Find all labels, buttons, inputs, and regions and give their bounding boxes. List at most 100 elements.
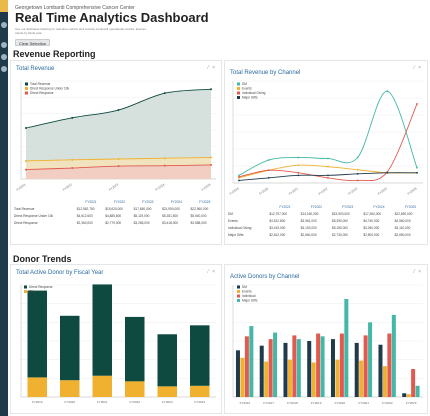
legend-swatch [25,87,28,90]
logo-icon[interactable] [0,0,8,12]
table-cell: $3,961,000 [300,218,317,223]
table-cell: $14,160,000 [300,211,319,216]
legend-label: Events [242,87,252,91]
legend-label: Direct Response Under 10k [30,87,70,91]
bar [268,339,273,397]
data-point [297,164,300,167]
x-tick-label: FY2021 [16,182,27,191]
section-title-revenue: Revenue Reporting [13,49,96,59]
bar [368,322,373,397]
legend-label: Direct Response [30,91,54,95]
legend-swatch [24,285,27,289]
home-icon[interactable] [1,22,7,28]
bar-segment [27,377,47,397]
bar [249,326,254,397]
bar [244,336,249,397]
x-tick-label: FY2023 [406,401,417,405]
bar [378,344,383,397]
main-content: Georgetown Lombardi Comprehensive Cancer… [8,0,430,416]
card-total-revenue: Total Revenue ⁄ × Total Revenue Direct Re… [10,60,222,245]
clear-selection-button[interactable]: Clear Selection [15,39,50,46]
x-tick-label: FY2024 [377,186,388,195]
table-cell: $22,690,000 [394,211,413,216]
data-point [267,169,270,172]
bar [359,360,364,397]
table-cell: $12,962,750 [76,206,95,211]
bar [283,342,288,397]
row-label: Direct Response [14,220,38,225]
table-row: Direct Response $2,360,000 $2,779,000 $3,26… [14,219,219,226]
bar [415,385,420,397]
table-cell: $2,612,000 [269,232,286,237]
table-header-cell: FY2022 [113,199,126,204]
bar-segment [157,334,177,387]
active-donor-chart[interactable]: FY2019 FY2020 FY2021 FY2022 FY2023 FY2024 Dire… [11,265,222,414]
dashboard-app: Georgetown Lombardi Comprehensive Cancer… [0,0,430,416]
legend-label: Major Gifts [242,299,258,303]
bar [273,332,278,397]
bar-segment [157,386,177,397]
data-point [163,164,166,167]
table-row: Major Gifts $2,612,000 $2,660,000 $2,730,00… [228,231,426,238]
legend-swatch [237,87,240,90]
bar-segment [190,325,210,386]
legend-label: Events [242,290,252,294]
bar-segment [190,385,210,397]
table-header-cell: FY2023 [142,199,154,204]
bar-segment [92,375,112,397]
row-label: DM [228,211,233,216]
table-header-cell: FY2025 [199,199,211,204]
bar [411,369,416,397]
dashboard-icon[interactable] [1,42,7,48]
data-point [267,159,270,161]
data-point [327,177,329,179]
bar-segment [92,284,112,376]
bar-segment [27,290,47,378]
table-header-cell: FY2021 [85,199,97,204]
table-cell: $5,119,000 [133,213,150,218]
table-cell: $17,360,000 [363,211,382,216]
data-point [297,156,300,159]
settings-icon[interactable] [1,66,7,72]
table-cell: $12,797,000 [269,211,288,216]
chart-icon[interactable] [1,54,7,60]
x-tick-label: FY2020 [64,400,75,404]
data-point [386,90,389,93]
legend-swatch [237,285,240,289]
x-tick-label: FY2019 [229,186,240,195]
table-cell: $2,360,000 [76,220,93,225]
data-point [297,174,300,177]
legend-label: Individual [242,294,256,298]
table-header-cell: FY2025 [404,204,416,209]
table-cell: $4,740,000 [363,218,380,223]
table-cell: $15,620,000 [105,206,123,211]
series-line [238,172,418,181]
data-point [210,156,212,159]
table-cell: $2,500,000 [363,232,380,237]
bar [391,314,396,397]
legend-label: DM [242,285,247,289]
bar [307,341,312,397]
data-point [210,163,212,166]
table-header-cell: FY2022 [310,204,322,209]
table-header-cell: FY2021 [279,204,291,209]
x-tick-label: FY2024 [194,400,205,404]
table-cell: $4,103,000 [300,225,317,230]
table-corner [14,198,77,205]
card-active-donor: Total Active Donor by Fiscal Year ⁄ × FY… [10,264,222,414]
legend-swatch [237,290,240,293]
x-tick-label: FY2017 [263,401,274,405]
data-point [327,174,329,177]
bar [264,361,269,397]
legend-label: Individual Giving [242,91,266,95]
legend-swatch [237,91,240,95]
series-line [238,90,418,176]
data-point [117,165,120,168]
data-point [163,92,166,95]
donors-by-channel-chart[interactable]: FY2016 FY2017 FY2018 FY2019 FY2020 FY2021 FY20… [225,265,428,414]
table-row: Events $4,512,800 $3,961,000 $5,390,000 $4,7… [228,217,426,224]
data-point [416,103,418,105]
table-cell: $5,540,000 [190,213,207,218]
bar [316,333,321,397]
data-point [238,174,240,177]
